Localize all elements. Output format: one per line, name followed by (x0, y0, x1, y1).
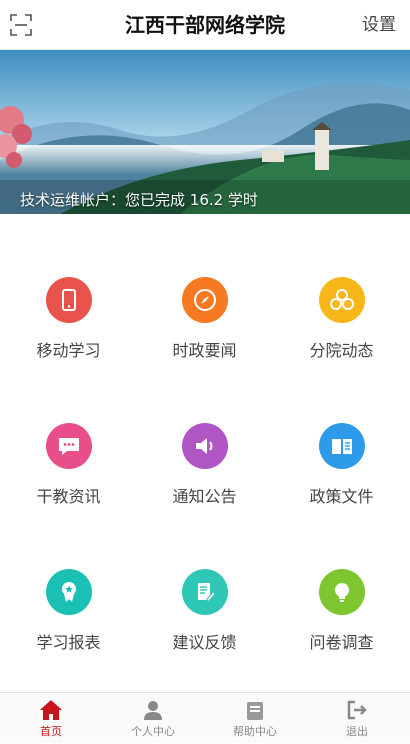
user-icon (102, 693, 204, 721)
chat-bubble-icon (45, 423, 92, 469)
tab-label: 退出 (346, 725, 368, 738)
help-icon (204, 693, 306, 721)
menu-label: 移动学习 (36, 341, 101, 360)
tab-label: 首页 (40, 725, 62, 738)
award-badge-icon (45, 569, 92, 615)
menu-label: 建议反馈 (172, 633, 237, 652)
menu-item-study-report[interactable]: 学习报表 (0, 569, 137, 653)
menu-item-mobile-learning[interactable]: 移动学习 (0, 277, 137, 361)
exit-icon (306, 693, 408, 721)
app-title: 江西干部网络学院 (125, 13, 285, 37)
menu-item-policy-docs[interactable]: 政策文件 (273, 423, 410, 507)
compass-icon (181, 277, 228, 323)
menu-item-cadre-news[interactable]: 干教资讯 (0, 423, 137, 507)
menu-label: 时政要闻 (172, 341, 237, 360)
menu-item-notices[interactable]: 通知公告 (136, 423, 273, 507)
home-icon (0, 693, 102, 721)
menu-item-branch-news[interactable]: 分院动态 (273, 277, 410, 361)
speaker-icon (181, 423, 228, 469)
document-edit-icon (181, 569, 228, 615)
banner-image[interactable]: 技术运维帐户：您已完成 16.2 学时 (0, 50, 410, 214)
menu-item-survey[interactable]: 问卷调查 (273, 569, 410, 653)
menu-label: 通知公告 (172, 487, 237, 506)
menu-label: 学习报表 (36, 633, 101, 652)
top-header: 江西干部网络学院 设置 (0, 0, 410, 50)
menu-label: 问卷调查 (309, 633, 374, 652)
menu-grid: 移动学习 时政要闻 分院动态 干教资讯 通知公告 政策文件 学习报表 建议反馈 … (0, 214, 410, 692)
tab-exit[interactable]: 退出 (306, 693, 408, 744)
tab-label: 帮助中心 (233, 725, 277, 738)
lightbulb-icon (318, 569, 365, 615)
book-icon (318, 423, 365, 469)
tab-label: 个人中心 (131, 725, 175, 738)
tab-profile[interactable]: 个人中心 (102, 693, 204, 744)
study-hours-caption: 技术运维帐户：您已完成 16.2 学时 (20, 191, 258, 209)
menu-label: 干教资讯 (36, 487, 101, 506)
menu-label: 分院动态 (309, 341, 374, 360)
bottom-tab-bar: 首页 个人中心 帮助中心 退出 (0, 692, 410, 743)
menu-item-feedback[interactable]: 建议反馈 (136, 569, 273, 653)
menu-label: 政策文件 (309, 487, 374, 506)
settings-button[interactable]: 设置 (362, 0, 396, 50)
mobile-phone-icon (45, 277, 92, 323)
hexagons-icon (318, 277, 365, 323)
tab-help[interactable]: 帮助中心 (204, 693, 306, 744)
tab-home[interactable]: 首页 (0, 693, 102, 744)
menu-item-current-affairs[interactable]: 时政要闻 (136, 277, 273, 361)
